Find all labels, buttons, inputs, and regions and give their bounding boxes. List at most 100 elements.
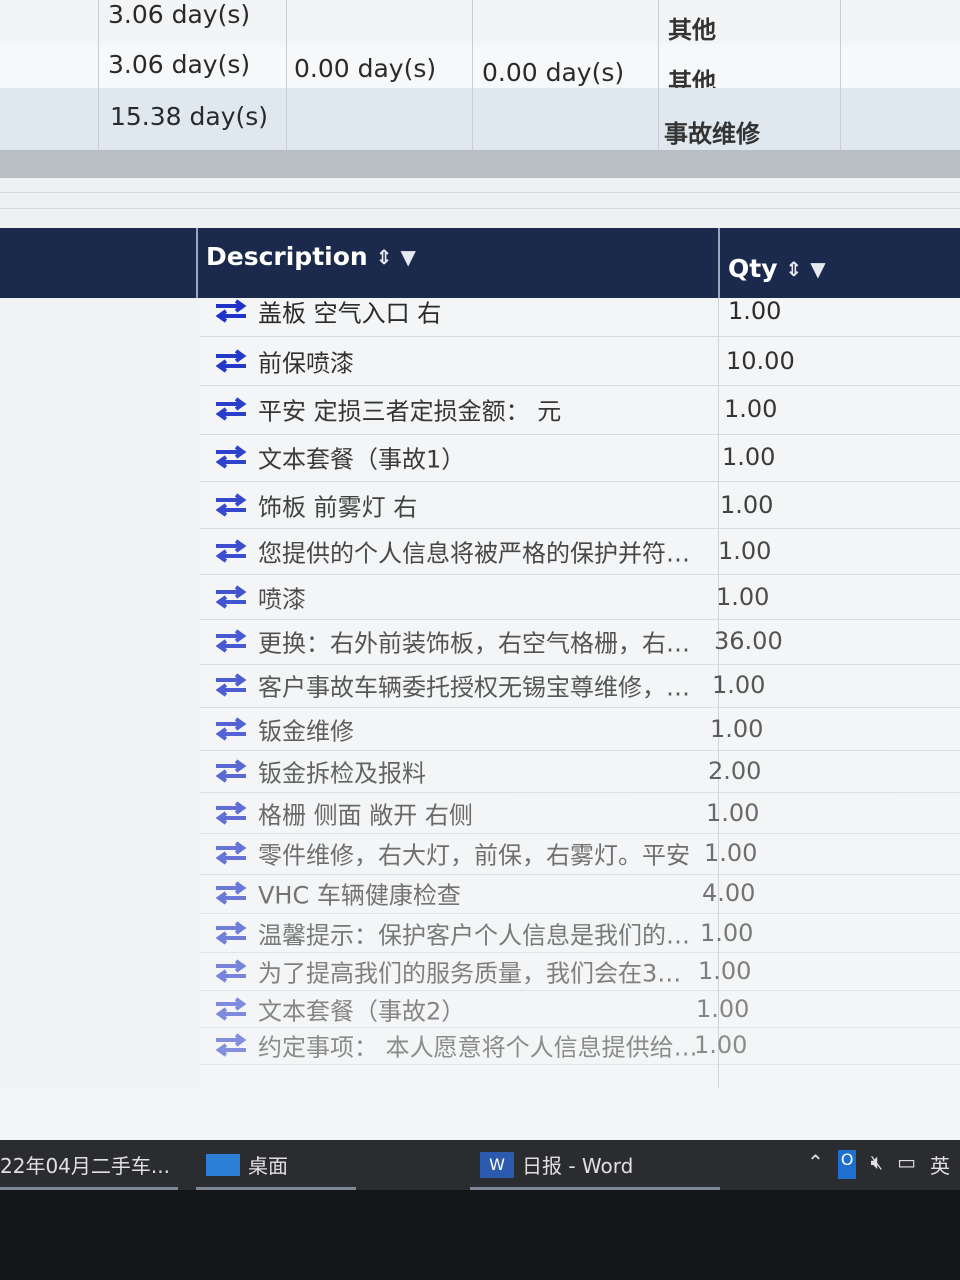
outlook-icon[interactable]: O xyxy=(837,1150,857,1179)
description-cell: 零件维修，右大灯，前保，右雾灯。平安 xyxy=(258,841,690,870)
swap-arrows-icon[interactable] xyxy=(214,959,248,983)
table-row[interactable]: 更换：右外前装饰板，右空气格栅，右… 36.00 xyxy=(200,619,960,665)
swap-arrows-icon[interactable] xyxy=(214,759,248,783)
description-cell: 钣金拆检及报料 xyxy=(258,759,426,788)
duration-table: 3.06 day(s) 其他 3.06 day(s) 0.00 day(s) 0… xyxy=(0,0,960,160)
swap-arrows-icon[interactable] xyxy=(214,348,248,373)
filter-icon[interactable]: ▼ xyxy=(810,257,825,281)
table-row[interactable]: 钣金维修 1.00 xyxy=(200,707,960,751)
qty-cell: 1.00 xyxy=(716,582,770,611)
swap-arrows-icon[interactable] xyxy=(214,800,248,825)
table-row[interactable]: 15.38 day(s) 事故维修 xyxy=(0,88,960,155)
description-cell: 温馨提示：保护客户个人信息是我们的… xyxy=(258,921,690,950)
swap-arrows-icon[interactable] xyxy=(214,397,248,422)
description-cell: 喷漆 xyxy=(258,585,306,614)
table-row[interactable]: VHC 车辆健康检查 4.00 xyxy=(200,874,960,915)
type-cell: 其他 xyxy=(668,16,716,44)
duration-cell: 3.06 day(s) xyxy=(108,50,251,79)
description-cell: 更换：右外前装饰板，右空气格栅，右… xyxy=(258,629,690,658)
table-row[interactable]: 饰板 前雾灯 右 1.00 xyxy=(200,481,960,529)
sort-icon[interactable]: ⇕ xyxy=(376,245,393,269)
swap-arrows-icon[interactable] xyxy=(214,673,248,698)
qty-cell: 1.00 xyxy=(724,395,778,424)
swap-arrows-icon[interactable] xyxy=(214,299,248,323)
qty-cell: 1.00 xyxy=(706,798,760,827)
column-divider xyxy=(98,0,99,160)
left-column xyxy=(0,298,200,1088)
swap-arrows-icon[interactable] xyxy=(214,1033,248,1058)
screen: 3.06 day(s) 其他 3.06 day(s) 0.00 day(s) 0… xyxy=(0,0,960,1190)
qty-cell: 10.00 xyxy=(726,346,795,375)
description-cell: 前保喷漆 xyxy=(258,349,354,378)
qty-cell: 1.00 xyxy=(698,957,752,985)
table-row[interactable]: 客户事故车辆委托授权无锡宝尊维修，… 1.00 xyxy=(200,664,960,709)
column-divider xyxy=(472,0,473,160)
table-row[interactable]: 前保喷漆 10.00 xyxy=(200,336,960,387)
qty-cell: 1.00 xyxy=(696,994,750,1023)
qty-header[interactable]: Qty ⇕ ▼ xyxy=(728,254,826,283)
table-row[interactable]: 3.06 day(s) 0.00 day(s) 0.00 day(s) 其他 xyxy=(0,44,960,96)
column-divider xyxy=(840,0,841,160)
qty-cell: 1.00 xyxy=(722,443,776,472)
filter-icon[interactable]: ▼ xyxy=(400,245,415,269)
description-cell: 钣金维修 xyxy=(258,717,354,746)
section-divider xyxy=(0,150,960,178)
table-row[interactable]: 零件维修，右大灯，前保，右雾灯。平安 1.00 xyxy=(200,833,960,875)
table-row[interactable]: 喷漆 1.00 xyxy=(200,574,960,621)
table-row[interactable]: 3.06 day(s) 其他 xyxy=(0,0,960,45)
table-row[interactable]: 文本套餐（事故2） 1.00 xyxy=(200,990,960,1029)
network-icon[interactable]: ▭ xyxy=(897,1150,916,1179)
swap-arrows-icon[interactable] xyxy=(214,445,248,470)
swap-arrows-icon[interactable] xyxy=(214,492,248,517)
duration-cell: 0.00 day(s) xyxy=(294,54,437,83)
duration-cell: 0.00 day(s) xyxy=(482,58,625,87)
table-row[interactable]: 盖板 空气入口 右 1.00 xyxy=(200,286,960,337)
swap-arrows-icon[interactable] xyxy=(214,881,248,906)
swap-arrows-icon[interactable] xyxy=(214,920,248,945)
table-row[interactable]: 您提供的个人信息将被严格的保护并符… 1.00 xyxy=(200,528,960,575)
description-cell: 约定事项： 本人愿意将个人信息提供给… xyxy=(258,1033,698,1062)
items-table: Description ⇕ ▼ Qty ⇕ ▼ 盖板 空气入口 右 1.00 前保喷… xyxy=(0,228,960,1088)
table-row[interactable]: 约定事项： 本人愿意将个人信息提供给… 1.00 xyxy=(200,1027,960,1065)
qty-cell: 1.00 xyxy=(718,537,772,565)
swap-arrows-icon[interactable] xyxy=(214,716,248,741)
table-row[interactable]: 钣金拆检及报料 2.00 xyxy=(200,750,960,793)
qty-cell: 1.00 xyxy=(712,671,766,700)
qty-cell: 1.00 xyxy=(704,839,758,868)
taskbar-app-word[interactable]: W 日报 - Word xyxy=(480,1150,633,1179)
qty-cell: 1.00 xyxy=(700,918,754,947)
description-cell: 您提供的个人信息将被严格的保护并符… xyxy=(258,539,690,568)
type-cell: 事故维修 xyxy=(664,120,760,148)
column-divider xyxy=(658,0,659,160)
qty-cell: 1.00 xyxy=(694,1031,748,1060)
swap-arrows-icon[interactable] xyxy=(214,996,248,1021)
table-row[interactable]: 为了提高我们的服务质量，我们会在3天… 1.00 xyxy=(200,952,960,991)
sort-icon[interactable]: ⇕ xyxy=(786,257,803,281)
desktop-icon xyxy=(206,1153,240,1176)
taskbar-app-spreadsheet[interactable]: 22年04月二手车... xyxy=(0,1150,170,1179)
description-header-label: Description xyxy=(206,242,368,271)
chevron-up-icon[interactable]: ⌃ xyxy=(807,1150,824,1179)
qty-cell: 1.00 xyxy=(720,490,774,519)
swap-arrows-icon[interactable] xyxy=(214,584,248,609)
ime-indicator[interactable]: 英 xyxy=(930,1150,950,1179)
table-row[interactable]: 文本套餐（事故1） 1.00 xyxy=(200,434,960,483)
taskbar-app-desktop[interactable]: 桌面 xyxy=(206,1150,288,1179)
table-row[interactable]: 温馨提示：保护客户个人信息是我们的… 1.00 xyxy=(200,913,960,953)
description-cell: 客户事故车辆委托授权无锡宝尊维修，… xyxy=(258,673,690,702)
monitor-bezel xyxy=(0,1190,960,1280)
swap-arrows-icon[interactable] xyxy=(214,539,248,563)
word-icon: W xyxy=(480,1151,514,1178)
swap-arrows-icon[interactable] xyxy=(214,629,248,654)
description-header[interactable]: Description ⇕ ▼ xyxy=(206,242,416,271)
section-spacer xyxy=(0,178,960,228)
speaker-muted-icon[interactable]: 🔇︎ xyxy=(870,1150,883,1179)
description-cell: 文本套餐（事故2） xyxy=(258,997,466,1026)
description-cell: 格栅 侧面 敞开 右侧 xyxy=(258,801,473,830)
duration-cell: 15.38 day(s) xyxy=(110,102,269,131)
table-row[interactable]: 平安 定损三者定损金额： 元 1.00 xyxy=(200,385,960,435)
column-divider xyxy=(286,0,287,160)
taskbar: 22年04月二手车... 桌面 W 日报 - Word ⌃ O 🔇︎ ▭ 英 xyxy=(0,1140,960,1190)
table-row[interactable]: 格栅 侧面 敞开 右侧 1.00 xyxy=(200,792,960,835)
swap-arrows-icon[interactable] xyxy=(214,841,248,866)
